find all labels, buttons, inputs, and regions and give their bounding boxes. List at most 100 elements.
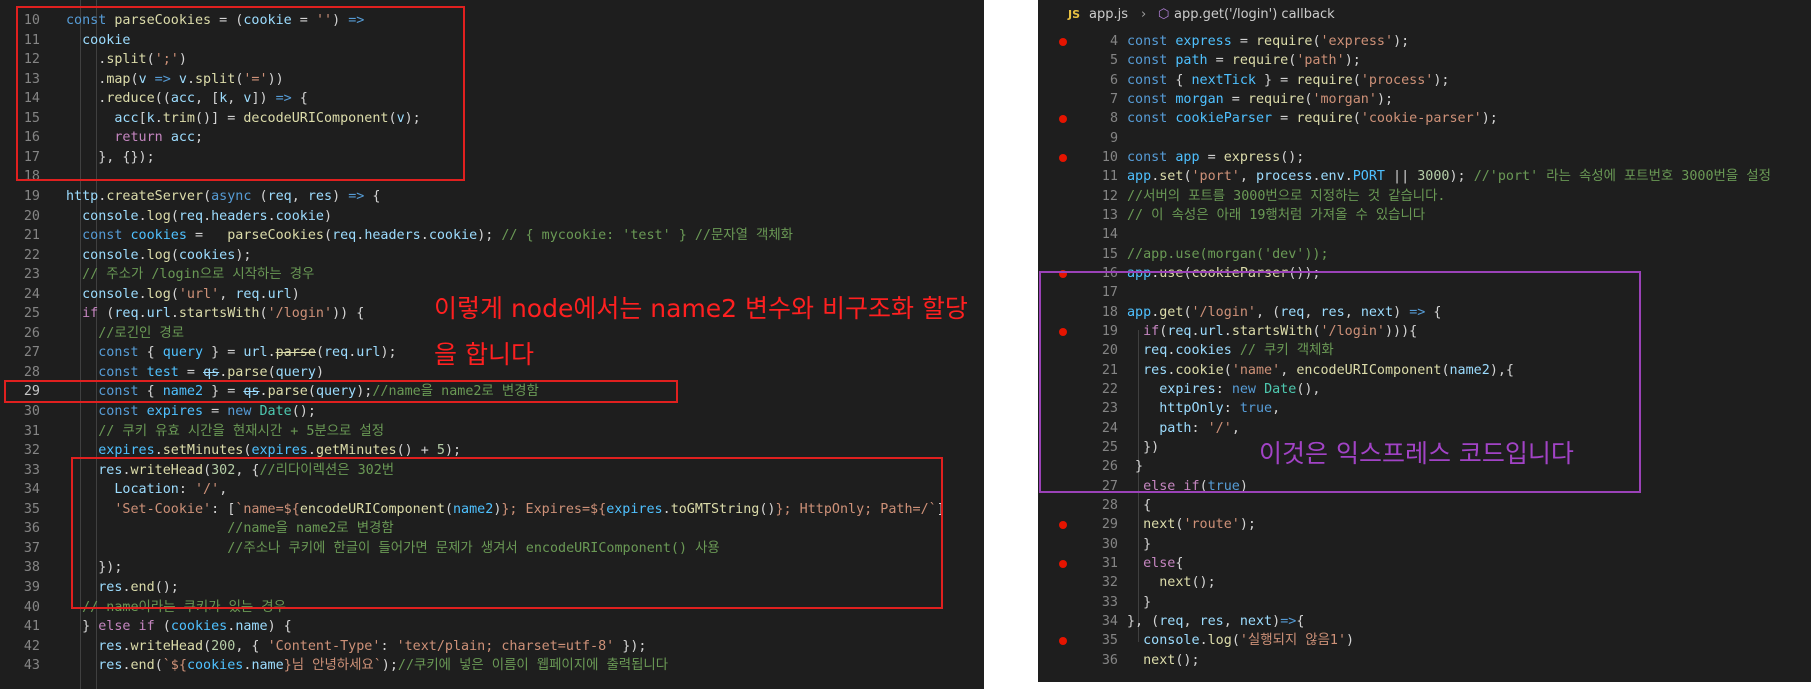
code-token: url <box>267 286 292 302</box>
code-line[interactable]: 19 http.createServer(async (req, res) => … <box>0 187 984 207</box>
code-line[interactable]: 42 res.writeHead(200, { 'Content-Type': … <box>0 637 984 657</box>
code-line[interactable]: 11 app.set('port', process.env.PORT || 30… <box>1038 167 1811 187</box>
code-token: 'express' <box>1320 34 1394 49</box>
code-line[interactable]: 34}, (req, res, next)=>{ <box>1038 612 1811 632</box>
code-line[interactable]: 43 res.end(`${cookies.name}님 안녕하세요`);//쿠… <box>0 656 984 676</box>
code-token: = <box>186 228 228 244</box>
code-line[interactable]: 36 next(); <box>1038 651 1811 671</box>
left-code-editor[interactable]: 10 const parseCookies = (cookie = '') => 1… <box>0 0 984 689</box>
code-token: => <box>1280 613 1297 629</box>
code-token: . <box>122 658 131 674</box>
code-token: next <box>1143 652 1176 668</box>
code-token: . <box>138 247 147 263</box>
code-token: 'process' <box>1360 72 1434 88</box>
code-text: console.log('실행되지 않음1') <box>1127 631 1354 651</box>
line-number: 4 <box>1109 34 1118 49</box>
code-token: . <box>267 208 276 224</box>
code-line[interactable]: 9 <box>1038 129 1811 149</box>
code-token: . <box>138 286 147 302</box>
code-text: console.log('url', req.url) <box>66 285 300 305</box>
code-token: . <box>122 638 131 654</box>
code-token: req <box>332 228 357 244</box>
breadcrumb-symbol[interactable]: app.get('/login') callback <box>1174 0 1335 30</box>
code-token: log <box>146 247 171 263</box>
code-token: )) { <box>332 306 365 322</box>
code-token: Date <box>259 404 292 419</box>
line-number: 28 <box>1101 497 1118 513</box>
code-token: qs <box>203 364 220 380</box>
code-token: ); <box>1344 53 1361 69</box>
code-line[interactable]: 30 const expires = new Date(); <box>0 402 984 422</box>
code-text: const path = require('path'); <box>1127 51 1361 71</box>
code-token: express <box>1175 34 1232 49</box>
code-token: require <box>1231 53 1289 69</box>
code-token: nextTick <box>1191 72 1257 88</box>
code-token: 'Content-Type' <box>267 638 381 654</box>
code-line[interactable]: 33 } <box>1038 593 1811 613</box>
line-number: 23 <box>23 267 40 283</box>
code-line[interactable]: 35 console.log('실행되지 않음1') <box>1038 631 1811 651</box>
code-line[interactable]: 29 next('route'); <box>1038 515 1811 535</box>
breadcrumb-file[interactable]: app.js <box>1089 0 1128 30</box>
code-token: ) <box>1272 613 1281 629</box>
code-line[interactable]: 31 // 쿠키 유효 시간을 현재시간 + 5분으로 설정 <box>0 422 984 442</box>
code-line[interactable]: 14 <box>1038 225 1811 245</box>
code-line[interactable]: 31 else{ <box>1038 554 1811 574</box>
code-token: url <box>146 306 171 322</box>
code-token: cookies <box>130 228 187 244</box>
code-line[interactable]: 13 // 이 속성은 아래 19행처럼 가져올 수 있습니다 <box>1038 206 1811 226</box>
code-token: parseCookies <box>227 228 324 244</box>
code-token: writeHead <box>130 638 204 654</box>
code-line[interactable]: 10 const app = express(); <box>1038 148 1811 168</box>
code-token: . <box>1199 633 1208 649</box>
code-token: } = <box>203 345 244 361</box>
code-token: . <box>259 286 268 302</box>
code-line[interactable]: 30 } <box>1038 535 1811 555</box>
line-number: 6 <box>1109 72 1118 88</box>
line-number: 11 <box>1101 169 1118 185</box>
code-token: ) { <box>267 619 292 635</box>
code-line[interactable]: 6 const { nextTick } = require('process')… <box>1038 71 1811 91</box>
code-token: env <box>1320 169 1345 185</box>
line-number: 22 <box>23 247 40 263</box>
annotation-note-right: 이것은 익스프레스 코드입니다 <box>1259 439 1574 468</box>
code-line[interactable]: 15 //app.use(morgan('dev')); <box>1038 245 1811 265</box>
code-token: ( <box>259 188 268 204</box>
code-token: const <box>1127 34 1176 49</box>
code-line[interactable]: 5 const path = require('path'); <box>1038 51 1811 71</box>
code-line[interactable]: 8 const cookieParser = require('cookie-pa… <box>1038 109 1811 129</box>
code-line[interactable]: 32 next(); <box>1038 573 1811 593</box>
code-line[interactable]: 41 } else if (cookies.name) { <box>0 617 984 637</box>
code-line[interactable]: 4 const express = require('express'); <box>1038 32 1811 52</box>
code-token: = <box>1231 34 1256 49</box>
code-token: ( <box>154 658 163 674</box>
line-number: 36 <box>23 521 40 537</box>
code-line[interactable]: 28 { <box>1038 496 1811 516</box>
code-text: const expires = new Date(); <box>66 402 316 422</box>
code-line[interactable]: 21 const cookies = parseCookies(req.head… <box>0 226 984 246</box>
code-text: const { query } = url.parse(req.url); <box>66 343 396 363</box>
code-token: { <box>1296 613 1305 629</box>
code-line[interactable]: 23 // 주소가 /login으로 시작하는 경우 <box>0 265 984 285</box>
cube-icon: ⬡ <box>1158 7 1170 22</box>
code-token: async <box>211 188 260 204</box>
code-token: PORT <box>1352 169 1385 185</box>
code-line[interactable]: 7 const morgan = require('morgan'); <box>1038 90 1811 110</box>
code-line[interactable]: 12 //서버의 포트를 3000번으로 지정하는 것 같습니다. <box>1038 187 1811 207</box>
code-text: res.end(`${cookies.name}님 안녕하세요`);//쿠키에 … <box>66 656 668 676</box>
code-line[interactable]: 20 console.log(req.headers.cookie) <box>0 207 984 227</box>
code-token: cookies <box>178 247 236 263</box>
code-token: cookieParser <box>1175 111 1273 127</box>
code-line[interactable]: 22 console.log(cookies); <box>0 246 984 266</box>
right-code-editor[interactable]: JS app.js › ⬡ app.get('/login') callback… <box>1038 0 1811 682</box>
code-text: const cookieParser = require('cookie-par… <box>1127 109 1498 129</box>
code-token: name <box>251 658 284 674</box>
code-token: req <box>235 286 260 302</box>
code-token: set <box>1159 169 1184 185</box>
